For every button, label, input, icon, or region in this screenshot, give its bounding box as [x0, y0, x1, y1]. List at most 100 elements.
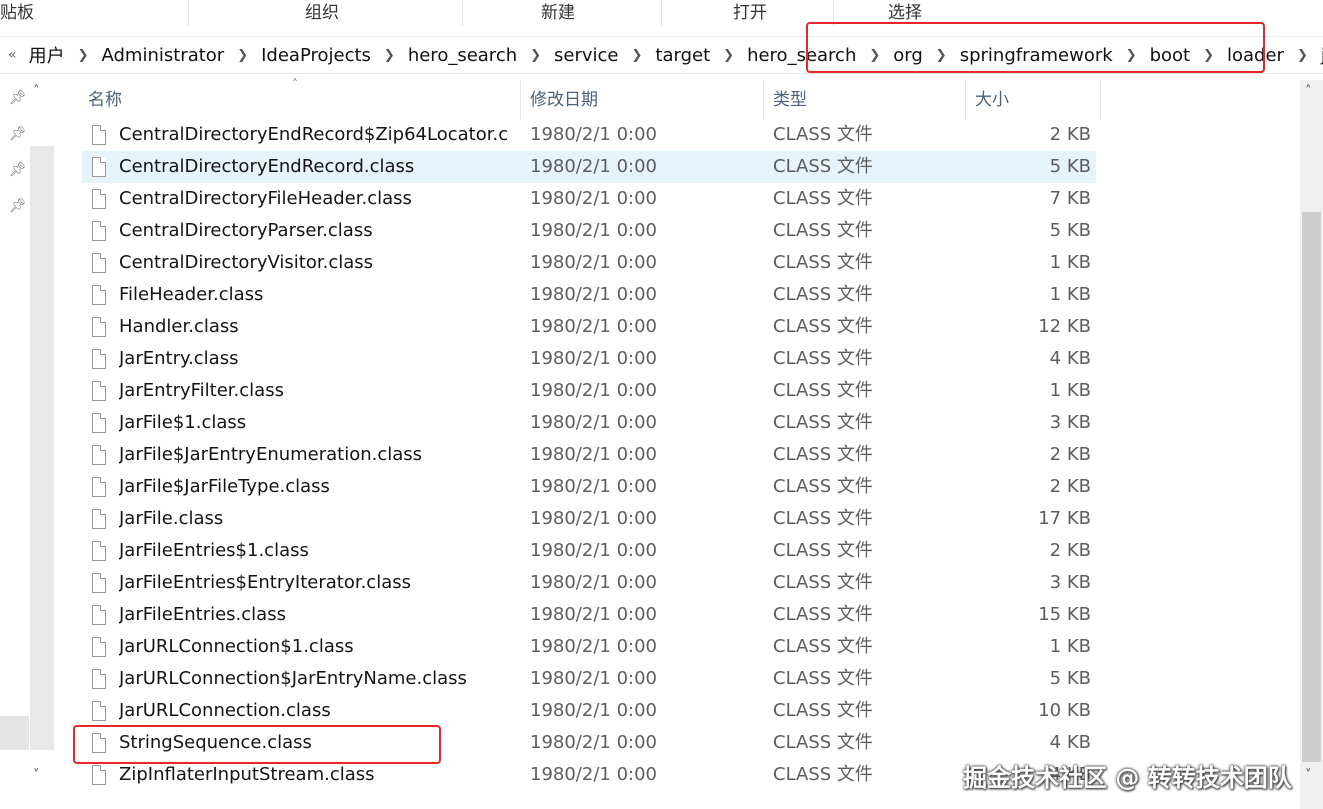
- file-icon: [92, 765, 106, 785]
- file-row[interactable]: JarFileEntries$EntryIterator.class 1980/2…: [82, 567, 1096, 599]
- file-name: JarFile$JarEntryEnumeration.class: [119, 444, 423, 465]
- file-row[interactable]: JarEntry.class 1980/2/1 0:00 CLASS 文件 4 KB: [82, 343, 1096, 375]
- file-row[interactable]: JarFile$1.class 1980/2/1 0:00 CLASS 文件 3 KB: [82, 407, 1096, 439]
- file-row[interactable]: Handler.class 1980/2/1 0:00 CLASS 文件 12 KB: [82, 311, 1096, 343]
- file-icon: [92, 253, 106, 273]
- scrollbar-thumb[interactable]: [1302, 212, 1321, 762]
- file-size: 1 KB: [1049, 380, 1091, 401]
- file-name: JarURLConnection.class: [119, 700, 331, 721]
- file-row[interactable]: FileHeader.class 1980/2/1 0:00 CLASS 文件 1 K…: [82, 279, 1096, 311]
- file-type: CLASS 文件: [773, 348, 873, 369]
- file-size: 5 KB: [1049, 668, 1091, 689]
- pin-icon[interactable]: 📌︎: [9, 198, 27, 214]
- breadcrumb-item[interactable]: jar: [1319, 45, 1323, 66]
- chevron-right-icon[interactable]: ❯: [78, 48, 89, 63]
- file-name: CentralDirectoryEndRecord.class: [119, 156, 415, 177]
- file-size: 3 KB: [1049, 572, 1091, 593]
- file-date: 1980/2/1 0:00: [530, 220, 657, 241]
- file-type: CLASS 文件: [773, 476, 873, 497]
- breadcrumb-item[interactable]: service: [552, 45, 620, 66]
- scroll-up-icon[interactable]: ˄: [1305, 84, 1312, 99]
- file-row[interactable]: JarURLConnection.class 1980/2/1 0:00 CLASS…: [82, 695, 1096, 727]
- column-header-date[interactable]: 修改日期: [530, 80, 598, 120]
- file-date: 1980/2/1 0:00: [530, 412, 657, 433]
- column-header-size[interactable]: 大小: [975, 80, 1009, 120]
- file-row[interactable]: CentralDirectoryEndRecord$Zip64Locator.c…: [82, 119, 1096, 151]
- file-row[interactable]: CentralDirectoryEndRecord.class 1980/2/1 …: [82, 151, 1096, 183]
- file-type: CLASS 文件: [773, 604, 873, 625]
- file-size: 4 KB: [1049, 732, 1091, 753]
- file-row[interactable]: JarFileEntries$1.class 1980/2/1 0:00 CLASS…: [82, 535, 1096, 567]
- file-icon: [92, 445, 106, 465]
- file-name: JarEntryFilter.class: [119, 380, 284, 401]
- file-row[interactable]: JarFile$JarEntryEnumeration.class 1980/2/…: [82, 439, 1096, 471]
- file-size: 1 KB: [1049, 284, 1091, 305]
- ribbon-group-open: 打开: [733, 3, 767, 23]
- file-name: JarEntry.class: [119, 348, 239, 369]
- file-row[interactable]: CentralDirectoryVisitor.class 1980/2/1 0:…: [82, 247, 1096, 279]
- breadcrumb-item[interactable]: hero_search: [406, 45, 519, 66]
- file-name: Handler.class: [119, 316, 239, 337]
- chevron-right-icon[interactable]: ❯: [723, 48, 734, 63]
- chevron-right-icon[interactable]: ❯: [237, 48, 248, 63]
- file-type: CLASS 文件: [773, 572, 873, 593]
- breadcrumb-item[interactable]: 用户: [27, 42, 67, 68]
- column-divider[interactable]: [763, 80, 764, 120]
- file-size: 2 KB: [1049, 444, 1091, 465]
- file-date: 1980/2/1 0:00: [530, 764, 657, 785]
- file-icon: [92, 125, 106, 145]
- column-divider[interactable]: [965, 80, 966, 120]
- file-type: CLASS 文件: [773, 700, 873, 721]
- file-icon: [92, 349, 106, 369]
- file-row[interactable]: JarFileEntries.class 1980/2/1 0:00 CLASS 文…: [82, 599, 1096, 631]
- breadcrumb-highlight-box: [806, 22, 1265, 73]
- column-header-type[interactable]: 类型: [773, 80, 807, 120]
- column-header-name[interactable]: 名称: [88, 80, 122, 120]
- file-icon: [92, 477, 106, 497]
- file-type: CLASS 文件: [773, 188, 873, 209]
- breadcrumb-overflow-button[interactable]: «: [8, 47, 17, 63]
- file-icon: [92, 381, 106, 401]
- file-type: CLASS 文件: [773, 220, 873, 241]
- chevron-right-icon[interactable]: ❯: [384, 48, 395, 63]
- file-type: CLASS 文件: [773, 412, 873, 433]
- ribbon-group-clipboard: 贴板: [0, 3, 34, 23]
- file-size: 1 KB: [1049, 252, 1091, 273]
- file-date: 1980/2/1 0:00: [530, 156, 657, 177]
- file-name: JarFileEntries$EntryIterator.class: [119, 572, 411, 593]
- file-name: JarURLConnection$JarEntryName.class: [119, 668, 467, 689]
- file-row[interactable]: CentralDirectoryParser.class 1980/2/1 0:0…: [82, 215, 1096, 247]
- nav-scroll-down-icon[interactable]: ˅: [33, 768, 40, 783]
- file-size: 2 KB: [1049, 540, 1091, 561]
- chevron-right-icon[interactable]: ❯: [1297, 48, 1308, 63]
- file-row[interactable]: JarFile.class 1980/2/1 0:00 CLASS 文件 17 KB: [82, 503, 1096, 535]
- file-row[interactable]: JarURLConnection$1.class 1980/2/1 0:00 CLA…: [82, 631, 1096, 663]
- column-divider[interactable]: [520, 80, 521, 120]
- pin-icon[interactable]: 📌︎: [9, 162, 27, 178]
- breadcrumb-item[interactable]: IdeaProjects: [259, 45, 373, 66]
- file-date: 1980/2/1 0:00: [530, 476, 657, 497]
- pin-icon[interactable]: 📌︎: [9, 126, 27, 142]
- breadcrumb-item[interactable]: target: [653, 45, 712, 66]
- file-highlight-box: [73, 725, 441, 764]
- file-row[interactable]: CentralDirectoryFileHeader.class 1980/2/1…: [82, 183, 1096, 215]
- column-divider[interactable]: [1100, 80, 1101, 120]
- ribbon-group-new: 新建: [541, 3, 575, 23]
- file-icon: [92, 541, 106, 561]
- breadcrumb-item[interactable]: Administrator: [99, 45, 226, 66]
- vertical-scrollbar[interactable]: ˄ ˅: [1300, 80, 1323, 809]
- file-name: JarFileEntries$1.class: [119, 540, 309, 561]
- chevron-right-icon[interactable]: ❯: [632, 48, 643, 63]
- file-type: CLASS 文件: [773, 284, 873, 305]
- file-name: CentralDirectoryVisitor.class: [119, 252, 374, 273]
- column-header-row: 名称 修改日期 类型 大小: [0, 80, 1300, 120]
- nav-selected-item[interactable]: [0, 716, 29, 750]
- file-row[interactable]: JarEntryFilter.class 1980/2/1 0:00 CLASS 文…: [82, 375, 1096, 407]
- file-name: FileHeader.class: [119, 284, 264, 305]
- nav-scrollbar-track[interactable]: [30, 146, 54, 750]
- chevron-right-icon[interactable]: ❯: [530, 48, 541, 63]
- file-row[interactable]: JarFile$JarFileType.class 1980/2/1 0:00 CL…: [82, 471, 1096, 503]
- file-icon: [92, 605, 106, 625]
- file-row[interactable]: JarURLConnection$JarEntryName.class 1980/…: [82, 663, 1096, 695]
- scroll-down-icon[interactable]: ˅: [1305, 768, 1312, 783]
